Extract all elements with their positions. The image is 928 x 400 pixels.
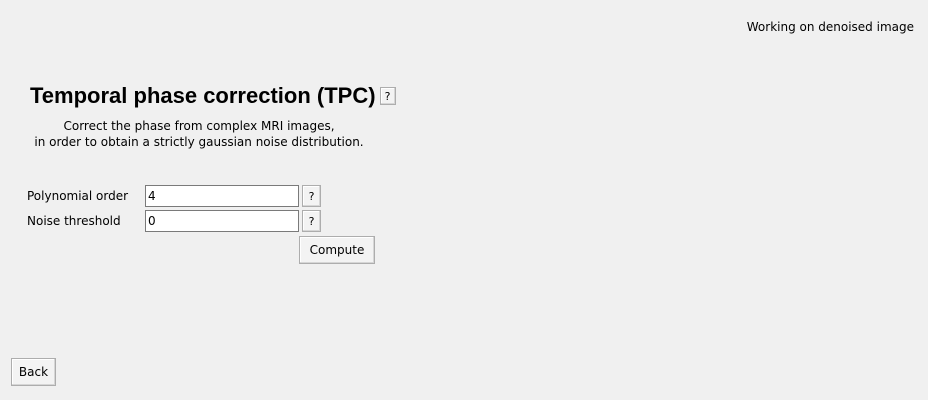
back-button[interactable]: Back bbox=[11, 358, 56, 386]
noise-threshold-row: Noise threshold ? bbox=[27, 210, 321, 232]
description-line-1: Correct the phase from complex MRI image… bbox=[63, 119, 335, 133]
description: Correct the phase from complex MRI image… bbox=[14, 118, 384, 150]
polynomial-order-row: Polynomial order ? bbox=[27, 185, 321, 207]
title-row: Temporal phase correction (TPC) ? bbox=[30, 82, 396, 110]
status-text: Working on denoised image bbox=[746, 20, 914, 34]
polynomial-order-input[interactable] bbox=[145, 185, 299, 207]
page-title: Temporal phase correction (TPC) bbox=[30, 83, 376, 108]
noise-threshold-input[interactable] bbox=[145, 210, 299, 232]
polynomial-order-help-button[interactable]: ? bbox=[302, 185, 321, 207]
compute-button[interactable]: Compute bbox=[299, 236, 375, 264]
noise-threshold-label: Noise threshold bbox=[27, 214, 121, 228]
noise-threshold-help-button[interactable]: ? bbox=[302, 210, 321, 232]
title-help-button[interactable]: ? bbox=[379, 87, 396, 105]
description-line-2: in order to obtain a strictly gaussian n… bbox=[34, 135, 364, 149]
polynomial-order-label: Polynomial order bbox=[27, 189, 129, 203]
